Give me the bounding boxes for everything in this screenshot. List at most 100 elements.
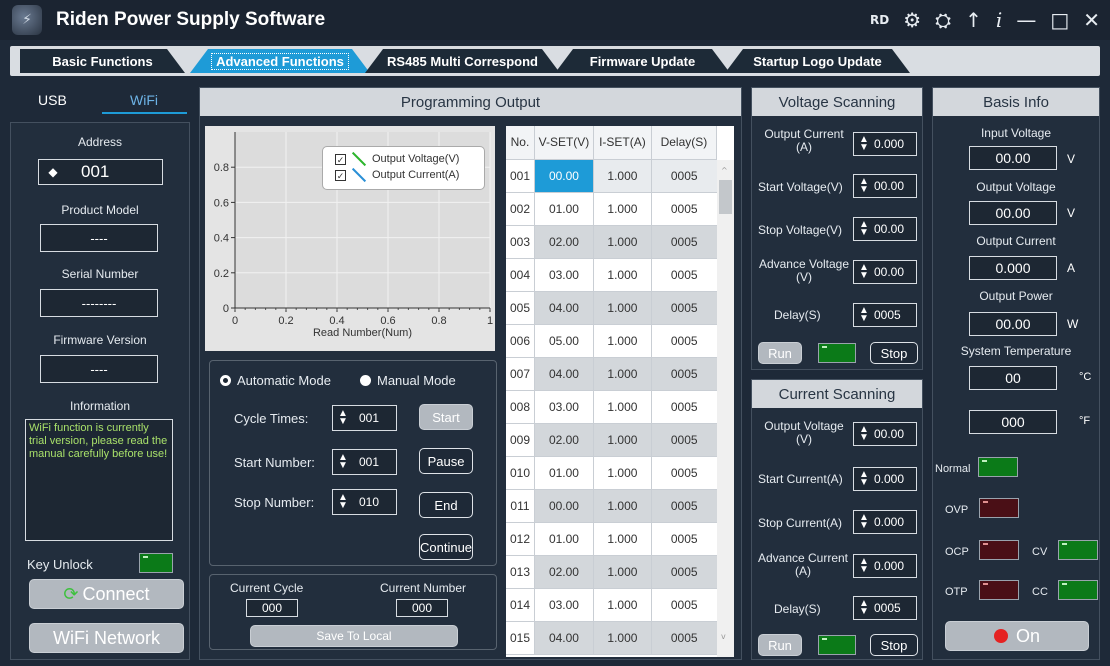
start-number-spinner[interactable]: ▲ ▼ 001: [332, 449, 397, 475]
table-cell[interactable]: 05.00: [534, 324, 594, 358]
vs-stop-voltage-spinner[interactable]: ▲ ▼ 00.00: [853, 217, 917, 241]
vs-stop-button[interactable]: Stop: [870, 342, 918, 364]
table-cell[interactable]: 1.000: [593, 621, 652, 655]
info-icon[interactable]: i: [996, 6, 1002, 34]
vs-output-current-spinner[interactable]: ▲ ▼ 0.000: [853, 132, 917, 156]
table-cell[interactable]: 0005: [651, 225, 717, 259]
table-row[interactable]: 001 00.00 1.000 0005: [506, 159, 717, 193]
spinner-arrows-icon[interactable]: ▲ ▼: [854, 425, 874, 443]
table-cell[interactable]: 0005: [651, 357, 717, 391]
table-cell[interactable]: 00.00: [534, 489, 594, 523]
table-row[interactable]: 015 04.00 1.000 0005: [506, 621, 717, 655]
table-cell[interactable]: 0005: [651, 621, 717, 655]
table-row[interactable]: 006 05.00 1.000 0005: [506, 324, 717, 358]
table-cell[interactable]: 01.00: [534, 522, 594, 556]
table-row[interactable]: 013 02.00 1.000 0005: [506, 555, 717, 589]
stop-number-spinner[interactable]: ▲ ▼ 010: [332, 489, 397, 515]
table-cell[interactable]: 1.000: [593, 192, 652, 226]
table-cell[interactable]: 0005: [651, 423, 717, 457]
table-cell[interactable]: 1.000: [593, 522, 652, 556]
table-cell[interactable]: 005: [506, 291, 535, 325]
table-cell[interactable]: 015: [506, 621, 535, 655]
spinner-arrows-icon[interactable]: ▲ ▼: [333, 409, 353, 427]
table-cell[interactable]: 004: [506, 258, 535, 292]
table-cell[interactable]: 0005: [651, 522, 717, 556]
table-cell[interactable]: 003: [506, 225, 535, 259]
cs-delay-spinner[interactable]: ▲ ▼ 0005: [853, 596, 917, 620]
table-cell[interactable]: 03.00: [534, 258, 594, 292]
table-cell[interactable]: 0005: [651, 159, 717, 193]
legend-item-voltage[interactable]: ✓ Output Voltage(V): [335, 151, 459, 167]
table-row[interactable]: 004 03.00 1.000 0005: [506, 258, 717, 292]
wifi-tab[interactable]: WiFi: [130, 92, 158, 108]
spinner-arrows-icon[interactable]: ▲ ▼: [333, 453, 353, 471]
spinner-arrows-icon[interactable]: ▲ ▼: [854, 263, 874, 281]
spinner-arrows-icon[interactable]: ▲ ▼: [854, 135, 874, 153]
spinner-arrows-icon[interactable]: ▲ ▼: [854, 306, 874, 324]
continue-button[interactable]: Continue: [419, 534, 473, 560]
table-cell[interactable]: 0005: [651, 555, 717, 589]
table-cell[interactable]: 02.00: [534, 423, 594, 457]
table-row[interactable]: 010 01.00 1.000 0005: [506, 456, 717, 490]
legend-voltage-checkbox[interactable]: ✓: [335, 153, 346, 165]
spinner-arrows-icon[interactable]: ▲ ▼: [854, 470, 874, 488]
upload-arrow-icon[interactable]: ↑: [965, 6, 982, 34]
table-cell[interactable]: 0005: [651, 489, 717, 523]
table-cell[interactable]: 0005: [651, 588, 717, 622]
table-cell[interactable]: 01.00: [534, 192, 594, 226]
table-cell[interactable]: 006: [506, 324, 535, 358]
table-scrollbar[interactable]: ^ v: [717, 160, 734, 657]
vs-delay-spinner[interactable]: ▲ ▼ 0005: [853, 303, 917, 327]
spinner-arrows-icon[interactable]: ▲ ▼: [333, 493, 353, 511]
table-row[interactable]: 008 03.00 1.000 0005: [506, 390, 717, 424]
table-cell[interactable]: 1.000: [593, 324, 652, 358]
close-icon[interactable]: ✕: [1083, 6, 1100, 34]
scrollbar-thumb[interactable]: [719, 180, 732, 214]
table-cell[interactable]: 007: [506, 357, 535, 391]
table-cell[interactable]: 04.00: [534, 621, 594, 655]
automatic-mode-radio[interactable]: Automatic Mode: [220, 373, 331, 388]
table-cell[interactable]: 1.000: [593, 159, 652, 193]
cs-advance-current-spinner[interactable]: ▲ ▼ 0.000: [853, 554, 917, 578]
usb-tab[interactable]: USB: [38, 92, 67, 108]
table-cell[interactable]: 01.00: [534, 456, 594, 490]
table-cell[interactable]: 1.000: [593, 489, 652, 523]
legend-item-current[interactable]: ✓ Output Current(A): [335, 167, 459, 183]
program-table[interactable]: No. V-SET(V) I-SET(A) Delay(S) 001 00.00 1…: [506, 126, 734, 657]
settings-gear-icon[interactable]: ⚙: [903, 6, 921, 34]
legend-current-checkbox[interactable]: ✓: [335, 169, 346, 181]
cs-start-current-spinner[interactable]: ▲ ▼ 0.000: [853, 467, 917, 491]
table-cell[interactable]: 1.000: [593, 390, 652, 424]
table-row[interactable]: 005 04.00 1.000 0005: [506, 291, 717, 325]
spinner-arrows-icon[interactable]: ▲ ▼: [854, 599, 874, 617]
spinner-arrows-icon[interactable]: ▲ ▼: [854, 557, 874, 575]
table-cell[interactable]: 0005: [651, 258, 717, 292]
spinner-arrows-icon[interactable]: ▲ ▼: [854, 513, 874, 531]
output-on-button[interactable]: On: [945, 621, 1089, 651]
table-cell[interactable]: 014: [506, 588, 535, 622]
start-button[interactable]: Start: [419, 404, 473, 430]
spinner-arrows-icon[interactable]: ◆: [39, 165, 67, 179]
tab-firmware-update[interactable]: Firmware Update: [555, 49, 730, 73]
pause-button[interactable]: Pause: [419, 448, 473, 474]
save-to-local-button[interactable]: Save To Local: [250, 625, 458, 647]
table-cell[interactable]: 03.00: [534, 390, 594, 424]
table-row[interactable]: 014 03.00 1.000 0005: [506, 588, 717, 622]
address-spinner[interactable]: ◆ 001: [38, 159, 163, 185]
table-cell[interactable]: 1.000: [593, 291, 652, 325]
tab-rs485[interactable]: RS485 Multi Correspond: [365, 49, 560, 73]
minimize-icon[interactable]: —: [1016, 6, 1036, 34]
table-cell[interactable]: 009: [506, 423, 535, 457]
table-cell[interactable]: 1.000: [593, 423, 652, 457]
table-cell[interactable]: 00.00: [534, 159, 594, 193]
vs-advance-voltage-spinner[interactable]: ▲ ▼ 00.00: [853, 260, 917, 284]
wifi-network-button[interactable]: WiFi Network: [29, 623, 184, 653]
table-cell[interactable]: 02.00: [534, 225, 594, 259]
table-cell[interactable]: 04.00: [534, 357, 594, 391]
table-row[interactable]: 007 04.00 1.000 0005: [506, 357, 717, 391]
table-cell[interactable]: 0005: [651, 192, 717, 226]
table-cell[interactable]: 0005: [651, 324, 717, 358]
table-cell[interactable]: 04.00: [534, 291, 594, 325]
table-cell[interactable]: 002: [506, 192, 535, 226]
table-cell[interactable]: 011: [506, 489, 535, 523]
